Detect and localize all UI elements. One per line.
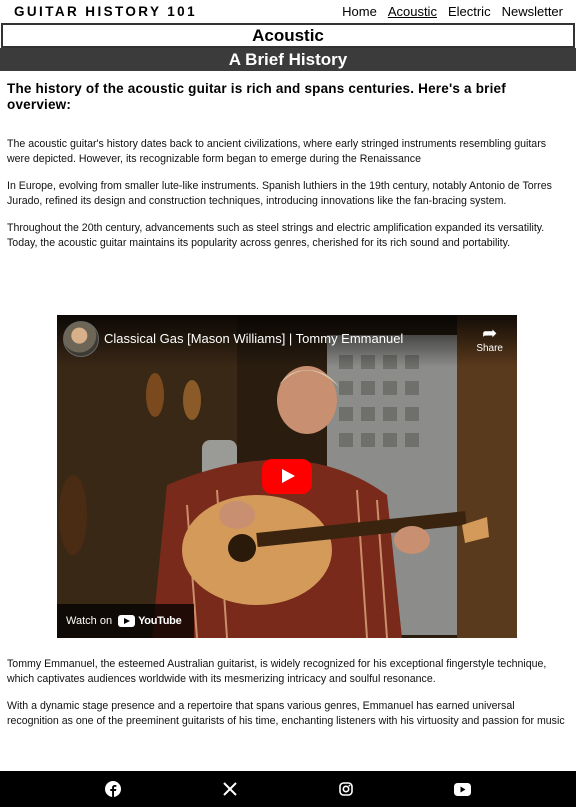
- share-icon: ➦: [482, 323, 498, 343]
- channel-avatar[interactable]: [63, 321, 99, 357]
- share-label: Share: [476, 343, 503, 354]
- site-brand[interactable]: GUITAR HISTORY 101: [14, 4, 197, 19]
- nav-link-newsletter[interactable]: Newsletter: [502, 4, 563, 19]
- nav-links: Home Acoustic Electric Newsletter: [342, 4, 563, 19]
- video-embed[interactable]: Classical Gas [Mason Williams] | Tommy E…: [57, 315, 517, 638]
- intro-heading: The history of the acoustic guitar is ri…: [7, 81, 506, 112]
- youtube-play-icon: [118, 615, 136, 627]
- watch-label: Watch on: [66, 615, 113, 627]
- history-paragraph-3: Throughout the 20th century, advancement…: [7, 222, 545, 249]
- video-title[interactable]: Classical Gas [Mason Williams] | Tommy E…: [104, 331, 403, 346]
- artist-section: Tommy Emmanuel, the esteemed Australian …: [7, 657, 569, 741]
- x-icon[interactable]: [220, 779, 240, 799]
- instagram-icon[interactable]: [336, 779, 356, 799]
- play-button[interactable]: [262, 459, 312, 494]
- share-button[interactable]: ➦ Share: [476, 323, 503, 354]
- top-nav: GUITAR HISTORY 101 Home Acoustic Electri…: [0, 0, 576, 22]
- nav-link-home[interactable]: Home: [342, 4, 377, 19]
- youtube-logo-text: YouTube: [138, 615, 182, 627]
- watch-on-youtube[interactable]: Watch on YouTube: [57, 604, 194, 638]
- nav-link-acoustic[interactable]: Acoustic: [388, 4, 437, 19]
- page-subtitle: A Brief History: [0, 48, 576, 71]
- youtube-logo: YouTube: [118, 615, 182, 627]
- youtube-icon[interactable]: [453, 779, 473, 799]
- artist-paragraph-1: Tommy Emmanuel, the esteemed Australian …: [7, 658, 547, 685]
- nav-link-electric[interactable]: Electric: [448, 4, 491, 19]
- main-content: The history of the acoustic guitar is ri…: [0, 81, 576, 251]
- history-paragraph-2: In Europe, evolving from smaller lute-li…: [7, 180, 552, 207]
- page-title: Acoustic: [1, 23, 575, 48]
- history-paragraph-1: The acoustic guitar's history dates back…: [7, 138, 547, 165]
- facebook-icon[interactable]: [103, 779, 123, 799]
- footer: [0, 771, 576, 807]
- artist-paragraph-2: With a dynamic stage presence and a repe…: [7, 700, 565, 727]
